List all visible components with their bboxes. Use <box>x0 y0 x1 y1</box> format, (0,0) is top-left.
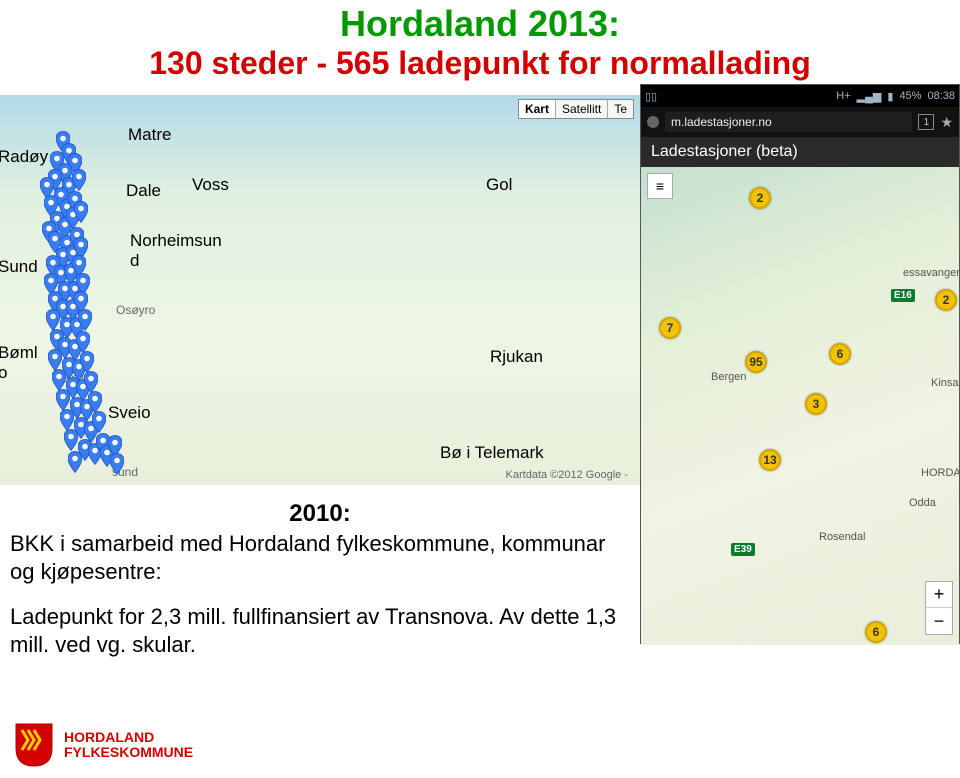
phone-statusbar: ▯▯ H+ ▂▄▆ ▮ 45% 08:38 <box>641 85 959 107</box>
label-dale: Dale <box>126 181 161 201</box>
label-sveio: Sveio <box>108 403 151 423</box>
map-pin-icon[interactable] <box>72 169 86 191</box>
title-line1: Hordaland 2013: <box>0 4 960 44</box>
zoom-in-button[interactable]: + <box>926 582 952 608</box>
map-pin-icon[interactable] <box>74 201 88 223</box>
cluster-marker[interactable]: 95 <box>745 351 767 373</box>
app-header: Ladestasjoner (beta) <box>641 137 959 167</box>
road-shield: E39 <box>731 543 755 556</box>
description-p2: Ladepunkt for 2,3 mill. fullfinansiert a… <box>10 603 630 658</box>
label-bo: Bø i Telemark <box>440 443 544 463</box>
map-pin-icon[interactable] <box>64 429 78 451</box>
bookmark-star-icon[interactable]: ★ <box>940 114 953 131</box>
map-pin-icon[interactable] <box>92 411 106 433</box>
map-pin-icon[interactable] <box>68 451 82 473</box>
status-signal-bars-icon: ▂▄▆ <box>857 90 882 103</box>
label-radoy: Radøy <box>0 147 48 167</box>
map-pin-icon[interactable] <box>60 409 74 431</box>
site-favicon-icon <box>647 116 659 128</box>
zoom-control[interactable]: + − <box>925 581 953 635</box>
label-matre: Matre <box>128 125 171 145</box>
map-type-tabs[interactable]: Kart Satellitt Te <box>518 99 634 119</box>
map-pin-icon[interactable] <box>76 331 90 353</box>
map-pin-icon[interactable] <box>52 369 66 391</box>
status-signal-icon: ▯▯ <box>645 90 657 103</box>
description-year: 2010: <box>10 500 630 528</box>
map-pin-icon[interactable] <box>110 453 124 475</box>
map-pin-icon[interactable] <box>80 351 94 373</box>
label-bomlo: Bøml o <box>0 343 42 383</box>
map-city-label: HORDA <box>921 467 960 479</box>
label-norheimsund: Norheimsun d <box>130 231 230 271</box>
map-tab-satellitt[interactable]: Satellitt <box>556 100 608 118</box>
status-battery-text: 45% <box>899 90 921 102</box>
browser-urlbar[interactable]: m.ladestasjoner.no 1 ★ <box>641 107 959 137</box>
map-tab-kart[interactable]: Kart <box>519 100 556 118</box>
page-title: Hordaland 2013: 130 steder - 565 ladepun… <box>0 0 960 82</box>
status-network-icon: H+ <box>836 90 850 102</box>
map-city-label: essavangen <box>903 267 960 279</box>
cluster-marker[interactable]: 2 <box>935 289 957 311</box>
map-city-label: Kinsa <box>931 377 959 389</box>
footer-line2: FYLKESKOMMUNE <box>64 745 193 760</box>
map-place-osoyro: Osøyro <box>116 303 155 317</box>
title-line2: 130 steder - 565 ladepunkt for normallad… <box>0 44 960 82</box>
tab-count[interactable]: 1 <box>918 114 934 130</box>
map-pin-icon[interactable] <box>56 389 70 411</box>
footer-text: HORDALAND FYLKESKOMMUNE <box>64 730 193 759</box>
cluster-marker[interactable]: 6 <box>865 621 887 643</box>
cluster-marker[interactable]: 6 <box>829 343 851 365</box>
map-pin-icon[interactable] <box>48 349 62 371</box>
footer-line1: HORDALAND <box>64 730 193 745</box>
left-map: Kart Satellitt Te Radøy Matre Dale Voss … <box>0 95 640 485</box>
map-pin-icon[interactable] <box>78 309 92 331</box>
label-rjukan: Rjukan <box>490 347 543 367</box>
label-sund: Sund <box>0 257 38 277</box>
map-city-label: Rosendal <box>819 531 865 543</box>
description-p1: BKK i samarbeid med Hordaland fylkeskomm… <box>10 530 630 585</box>
cluster-marker[interactable]: 7 <box>659 317 681 339</box>
cluster-marker[interactable]: 13 <box>759 449 781 471</box>
status-battery-icon: ▮ <box>887 90 893 103</box>
map-tab-terrain[interactable]: Te <box>608 100 633 118</box>
zoom-out-button[interactable]: − <box>926 608 952 634</box>
url-input[interactable]: m.ladestasjoner.no <box>665 112 912 132</box>
map-pin-icon[interactable] <box>46 309 60 331</box>
road-shield: E16 <box>891 289 915 302</box>
phone-map[interactable]: ≡ 2 7 95 6 13 3 2 6 E16 E39 Bergen essavangen Kins… <box>641 167 959 645</box>
hordaland-shield-icon <box>14 722 54 768</box>
map-city-label: Odda <box>909 497 936 509</box>
map-pin-icon[interactable] <box>88 391 102 413</box>
layer-button[interactable]: ≡ <box>647 173 673 199</box>
description-block: 2010: BKK i samarbeid med Hordaland fylk… <box>0 500 640 658</box>
map-pin-icon[interactable] <box>84 371 98 393</box>
label-gol: Gol <box>486 175 512 195</box>
cluster-marker[interactable]: 3 <box>805 393 827 415</box>
status-time: 08:38 <box>927 90 955 102</box>
footer-logo: HORDALAND FYLKESKOMMUNE <box>14 722 193 768</box>
map-attribution: Kartdata ©2012 Google - <box>506 469 628 481</box>
map-city-label: Bergen <box>711 371 746 383</box>
label-voss: Voss <box>192 175 229 195</box>
phone-mock: ▯▯ H+ ▂▄▆ ▮ 45% 08:38 m.ladestasjoner.no… <box>640 84 960 644</box>
cluster-marker[interactable]: 2 <box>749 187 771 209</box>
